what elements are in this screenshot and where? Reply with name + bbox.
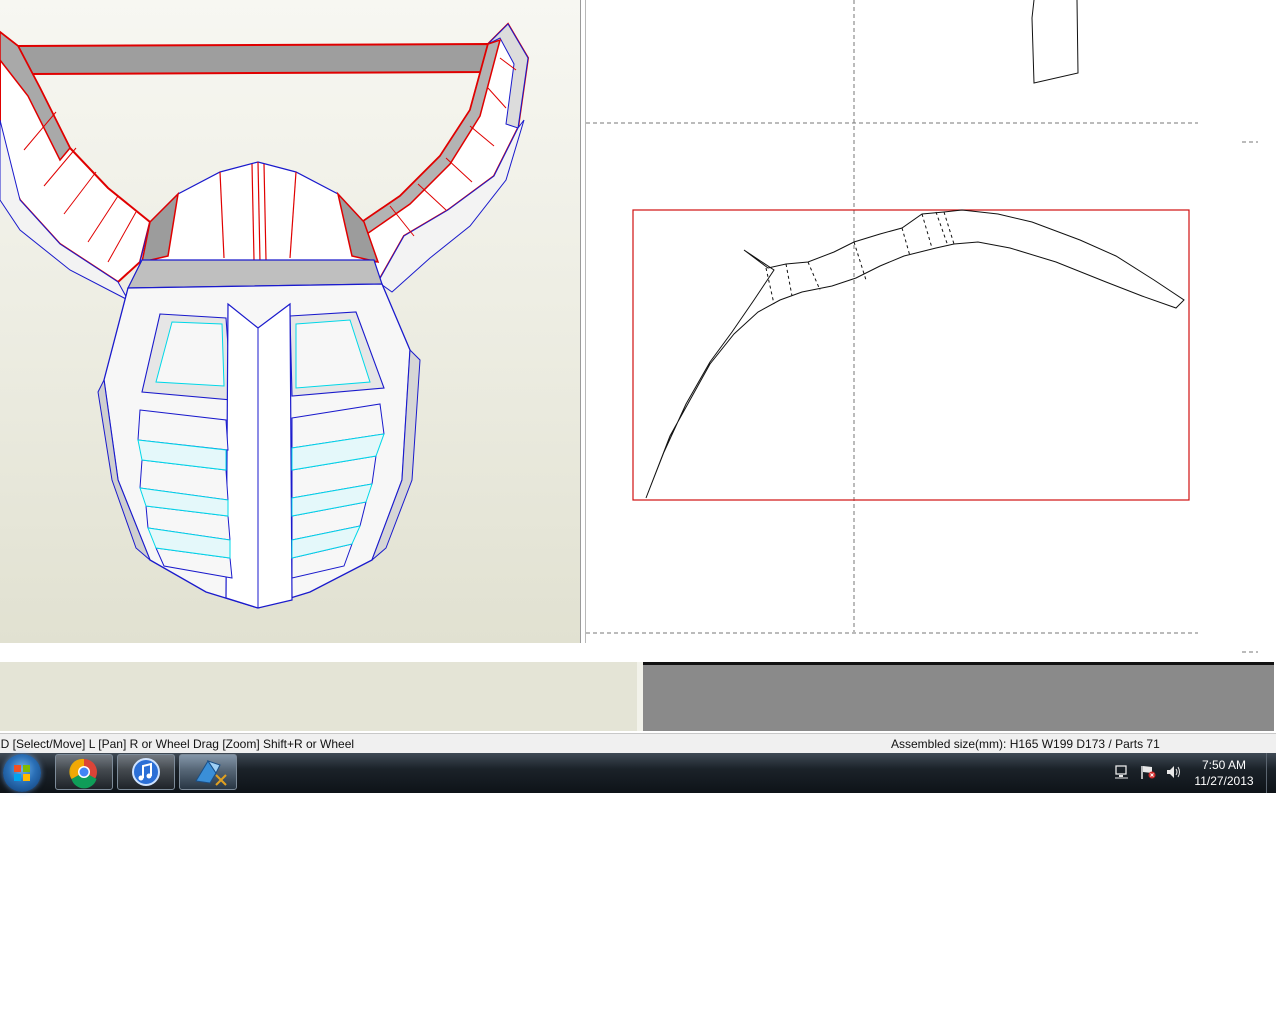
3d-model-view[interactable] [0,0,580,643]
taskbar-pepakura-button[interactable] [179,754,237,790]
taskbar-itunes-button[interactable] [117,754,175,790]
unfolded-parts-2d [586,0,1258,653]
clock-time: 7:50 AM [1201,758,1247,772]
volume-icon[interactable] [1166,765,1182,779]
windows-orb-icon[interactable] [3,754,41,792]
view-bottom-strip [0,643,586,661]
status-bar: 2D [Select/Move] L [Pan] R or Wheel Drag… [0,733,1276,753]
taskbar-chrome-button[interactable] [55,754,113,790]
mask-model-3d [0,22,530,609]
assembled-size-text: Assembled size(mm): H165 W199 D173 / Par… [891,737,1160,751]
clock-date: 11/27/2013 [1194,774,1254,788]
chrome-icon [69,758,97,789]
pepakura-icon [195,760,227,786]
itunes-icon [132,758,160,786]
action-center-flag-icon[interactable] [1140,765,1156,779]
network-icon[interactable] [1114,765,1130,779]
lower-right-panel [643,662,1274,731]
2d-pattern-view[interactable] [586,0,1276,660]
taskbar-clock[interactable]: 7:50 AM 11/27/2013 [1188,757,1260,789]
status-hint-text: 2D [Select/Move] L [Pan] R or Wheel Drag… [0,737,355,751]
lower-left-panel [0,662,637,731]
windows-taskbar: 7:50 AM 11/27/2013 [0,753,1276,793]
show-desktop-button[interactable] [1266,753,1276,793]
